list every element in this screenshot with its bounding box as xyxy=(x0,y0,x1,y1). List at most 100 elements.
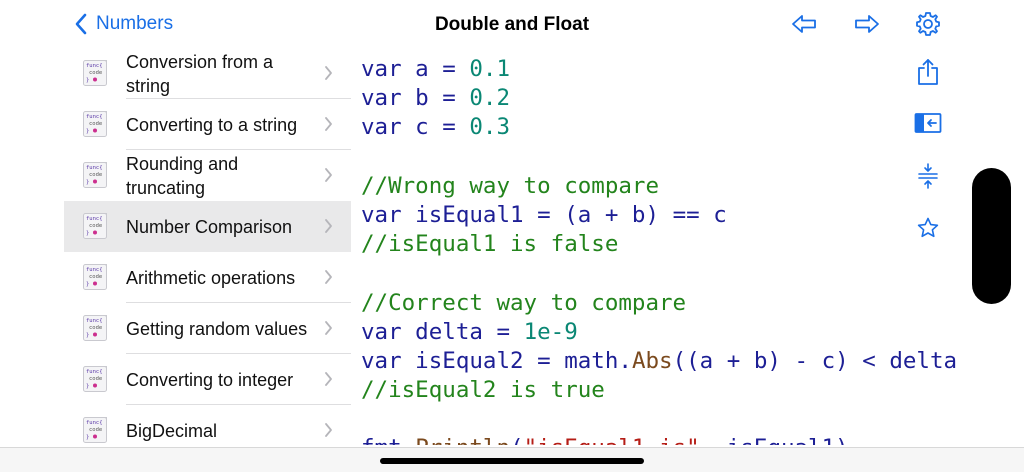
chevron-right-icon xyxy=(325,117,332,131)
next-button[interactable] xyxy=(852,10,882,38)
chevron-right-icon xyxy=(325,270,332,284)
code-line: //Wrong way to compare xyxy=(361,172,971,201)
code-token: 1e-9 xyxy=(523,318,578,345)
sidebar-item-rounding-and-truncating[interactable]: func{code} Rounding and truncating xyxy=(64,150,351,201)
svg-text:func{: func{ xyxy=(86,165,103,171)
code-line: var b = 0.2 xyxy=(361,84,971,113)
chevron-right-icon xyxy=(325,423,332,437)
func-code-icon: func{code} xyxy=(83,315,107,341)
svg-text:func{: func{ xyxy=(86,63,103,69)
star-icon xyxy=(917,217,939,238)
back-button-label: Numbers xyxy=(96,13,174,34)
chevron-left-icon xyxy=(75,13,87,35)
code-line: //isEqual1 is false xyxy=(361,230,971,259)
code-token: //Correct way to compare xyxy=(361,289,687,316)
code-token: 0.2 xyxy=(469,85,511,112)
sidebar-item-converting-to-string[interactable]: func{code} Converting to a string xyxy=(64,99,351,150)
sidebar-item-number-comparison[interactable]: func{code} Number Comparison xyxy=(64,201,351,252)
code-line: var c = 0.3 xyxy=(361,113,971,142)
code-line: var delta = 1e-9 xyxy=(361,318,971,347)
sidebar-item-label: Converting to a string xyxy=(126,114,298,135)
collapse-button[interactable] xyxy=(912,160,944,192)
svg-text:code: code xyxy=(89,325,102,331)
svg-text:code: code xyxy=(89,223,102,229)
code-token: c = xyxy=(401,114,470,141)
code-line: var isEqual2 = math.Abs((a + b) - c) < d… xyxy=(361,347,971,376)
sidebar-item-arithmetic-operations[interactable]: func{code} Arithmetic operations xyxy=(64,252,351,303)
sidebar-item-label: Number Comparison xyxy=(126,216,293,237)
sidebar-item-label: Getting random values xyxy=(126,318,308,339)
func-code-icon: func{code} xyxy=(83,417,107,443)
code-token: 0.1 xyxy=(469,56,511,82)
func-code-icon: func{code} xyxy=(83,60,107,86)
code-line: //isEqual2 is true xyxy=(361,376,971,405)
sidebar-item-label: Rounding and truncating xyxy=(126,153,239,198)
svg-text:code: code xyxy=(89,376,102,382)
svg-text:}: } xyxy=(86,180,89,186)
sidebar-toggle-icon xyxy=(914,113,942,133)
code-token: , isEqual1) xyxy=(700,435,849,445)
code-line: var isEqual1 = (a + b) == c xyxy=(361,201,971,230)
code-token: b = xyxy=(401,85,470,112)
code-token: fmt. xyxy=(361,435,415,445)
chevron-right-icon xyxy=(325,168,332,182)
chevron-right-icon xyxy=(325,372,332,386)
back-button[interactable]: Numbers xyxy=(74,11,173,37)
settings-button[interactable] xyxy=(913,10,943,38)
gear-icon xyxy=(916,12,940,36)
code-token: var xyxy=(361,347,402,374)
previous-button[interactable] xyxy=(789,10,819,38)
sidebar-item-label: BigDecimal xyxy=(126,420,218,441)
code-token: var xyxy=(361,201,402,228)
svg-text:}: } xyxy=(86,435,89,441)
code-token: Abs xyxy=(631,347,673,374)
svg-text:code: code xyxy=(89,121,102,127)
sidebar-item-conversion-from-string[interactable]: func{code} Conversion from a string xyxy=(64,48,351,99)
code-line: //Correct way to compare xyxy=(361,289,971,318)
func-code-icon: func{code} xyxy=(83,111,107,137)
func-code-icon: func{code} xyxy=(83,366,107,392)
scroll-handle[interactable] xyxy=(972,168,1011,304)
svg-text:func{: func{ xyxy=(86,114,103,120)
sidebar-item-getting-random-values[interactable]: func{code} Getting random values xyxy=(64,303,351,354)
svg-text:code: code xyxy=(89,172,102,178)
favorite-button[interactable] xyxy=(912,212,944,244)
svg-text:}: } xyxy=(86,78,89,84)
arrow-right-icon xyxy=(855,15,879,33)
code-token: a = xyxy=(401,56,470,82)
code-token: ((a + b) - c) < delta xyxy=(672,347,958,374)
code-token: var xyxy=(361,318,402,345)
code-token: "isEqual1 is" xyxy=(524,435,700,445)
svg-text:func{: func{ xyxy=(86,216,103,222)
code-line: var a = 0.1 xyxy=(361,55,971,84)
code-token: isEqual1 = (a + b) == c xyxy=(401,201,727,228)
code-view[interactable]: var a = 0.1 var b = 0.2 var c = 0.3 //Wron… xyxy=(361,55,971,445)
svg-text:}: } xyxy=(86,384,89,390)
code-token: isEqual2 = math. xyxy=(401,347,632,374)
home-indicator[interactable] xyxy=(380,458,644,464)
sidebar-item-label: Arithmetic operations xyxy=(126,267,296,288)
func-code-icon: func{code} xyxy=(83,162,107,188)
code-token: //isEqual1 is false xyxy=(361,231,619,258)
code-token: ( xyxy=(510,435,524,445)
svg-text:code: code xyxy=(89,427,102,433)
sidebar-item-converting-to-integer[interactable]: func{code} Converting to integer xyxy=(64,354,351,405)
svg-text:func{: func{ xyxy=(86,369,103,375)
sidebar-item-label: Converting to integer xyxy=(126,369,294,390)
sidebar: func{code} Conversion from a string func… xyxy=(64,48,351,456)
func-code-icon: func{code} xyxy=(83,264,107,290)
sidebar-item-label: Conversion from a string xyxy=(126,51,274,96)
svg-text:func{: func{ xyxy=(86,420,103,426)
chevron-right-icon xyxy=(325,219,332,233)
func-code-icon: func{code} xyxy=(83,213,107,239)
svg-text:code: code xyxy=(89,70,102,76)
share-icon xyxy=(918,59,938,85)
code-token: var xyxy=(361,56,402,82)
sidebar-toggle-button[interactable] xyxy=(912,107,944,139)
code-token: Println xyxy=(415,435,510,445)
share-button[interactable] xyxy=(912,56,944,88)
code-token: delta = xyxy=(401,318,524,345)
